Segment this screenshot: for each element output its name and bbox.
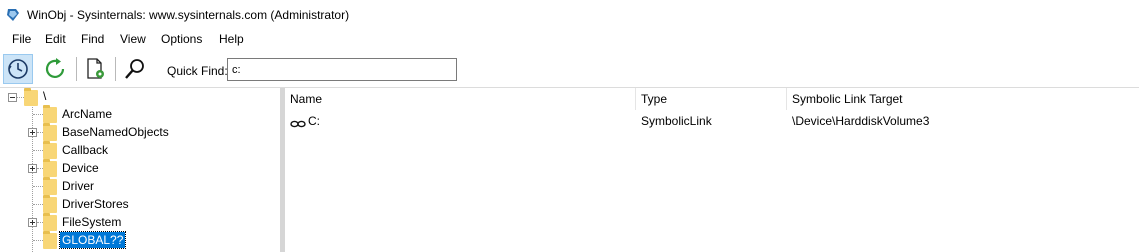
- folder-icon: [43, 177, 57, 195]
- refresh-button[interactable]: [41, 54, 71, 84]
- column-header-target[interactable]: Symbolic Link Target: [787, 88, 1087, 110]
- object-list[interactable]: Name Type Symbolic Link Target C: Symbol…: [285, 88, 1139, 252]
- row-target: \Device\HarddiskVolume3: [792, 114, 930, 128]
- column-header-type[interactable]: Type: [636, 88, 786, 110]
- tree-guide-line: [17, 97, 24, 98]
- toolbar-separator: [115, 57, 116, 81]
- collapse-root-icon[interactable]: [8, 93, 17, 102]
- folder-icon: [43, 231, 57, 249]
- toolbar-separator: [76, 57, 77, 81]
- tree-item-filesystem[interactable]: FileSystem: [60, 214, 123, 230]
- symlink-icon: [290, 117, 306, 131]
- menu-file[interactable]: File: [11, 32, 32, 46]
- tree-item-device[interactable]: Device: [60, 160, 101, 176]
- menu-edit[interactable]: Edit: [44, 32, 67, 46]
- folder-icon: [43, 213, 57, 231]
- find-button[interactable]: [120, 54, 150, 84]
- row-type: SymbolicLink: [641, 114, 712, 128]
- window-title: WinObj - Sysinternals: www.sysinternals.…: [27, 8, 350, 22]
- clock-button[interactable]: [3, 54, 33, 84]
- tree-item-arcname[interactable]: ArcName: [60, 106, 114, 122]
- tree-item-global[interactable]: GLOBAL??: [58, 231, 127, 249]
- folder-icon: [43, 141, 57, 159]
- expand-filesystem-icon[interactable]: [28, 218, 37, 227]
- tree-guide-line: [33, 186, 43, 187]
- quick-find-label: Quick Find:: [167, 64, 228, 78]
- tree-item-driverstores[interactable]: DriverStores: [60, 196, 131, 212]
- folder-icon: [43, 195, 57, 213]
- tree-item-basenamedobjects[interactable]: BaseNamedObjects: [60, 124, 171, 140]
- tree-guide-line: [33, 150, 43, 151]
- toolbar: Quick Find:: [0, 51, 1139, 88]
- expand-basenamedobjects-icon[interactable]: [28, 128, 37, 137]
- folder-icon: [24, 88, 38, 106]
- menu-view[interactable]: View: [119, 32, 147, 46]
- object-tree[interactable]: \ ArcName BaseNamedObjects Callback Devi…: [0, 88, 280, 252]
- menu-find[interactable]: Find: [80, 32, 105, 46]
- tree-guide-line: [33, 114, 43, 115]
- properties-button[interactable]: [81, 54, 111, 84]
- expand-device-icon[interactable]: [28, 164, 37, 173]
- tree-guide-line: [33, 240, 43, 241]
- tree-item-driver[interactable]: Driver: [60, 178, 96, 194]
- tree-item-callback[interactable]: Callback: [60, 142, 110, 158]
- title-bar: WinObj - Sysinternals: www.sysinternals.…: [0, 0, 1139, 30]
- menu-help[interactable]: Help: [218, 32, 245, 46]
- menu-bar: File Edit Find View Options Help: [0, 30, 1139, 50]
- menu-options[interactable]: Options: [160, 32, 203, 46]
- folder-icon: [43, 123, 57, 141]
- folder-icon: [43, 159, 57, 177]
- quick-find-input[interactable]: [227, 58, 457, 81]
- tree-guide-line: [32, 101, 33, 252]
- folder-icon: [43, 105, 57, 123]
- row-name: C:: [308, 114, 320, 128]
- tree-guide-line: [33, 204, 43, 205]
- winobj-app-icon: [5, 7, 21, 23]
- tree-root-label[interactable]: \: [41, 88, 48, 104]
- column-header-name[interactable]: Name: [285, 88, 635, 110]
